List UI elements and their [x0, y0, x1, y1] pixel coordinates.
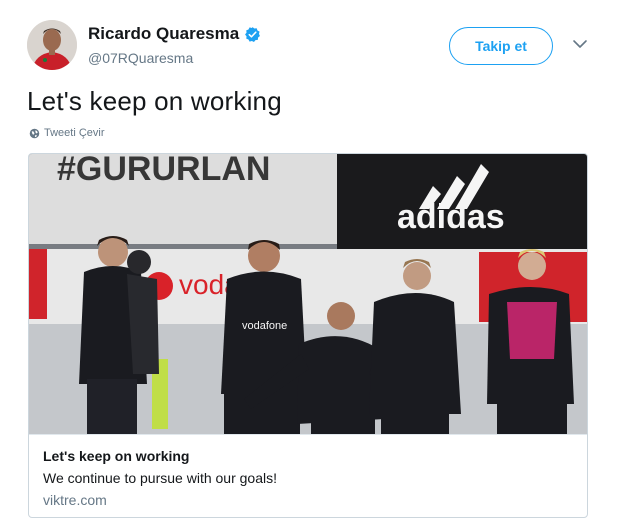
avatar-photo: [27, 20, 77, 70]
card-image[interactable]: #GURURLAN adidas vodafone: [29, 154, 587, 434]
link-card[interactable]: #GURURLAN adidas vodafone Let's keep on …: [28, 153, 588, 518]
avatar[interactable]: [27, 20, 77, 70]
card-body[interactable]: Let's keep on working We continue to pur…: [29, 434, 587, 517]
card-description: We continue to pursue with our goals!: [43, 470, 277, 486]
globe-icon: [29, 128, 40, 138]
follow-button[interactable]: Takip et: [449, 27, 553, 65]
card-title[interactable]: Let's keep on working: [43, 448, 573, 464]
tweet-text: Let's keep on working: [27, 86, 282, 116]
name-row: Ricardo Quaresma: [88, 24, 261, 44]
card-domain[interactable]: viktre.com: [43, 492, 573, 508]
translate-label[interactable]: Tweeti Çevir: [44, 127, 105, 139]
tweet-header: Ricardo Quaresma @07RQuaresma Takip et: [27, 20, 597, 74]
display-name[interactable]: Ricardo Quaresma: [88, 24, 239, 44]
translate-tweet-link[interactable]: Tweeti Çevir: [29, 127, 105, 139]
verified-badge-icon: [244, 26, 261, 43]
user-handle[interactable]: @07RQuaresma: [88, 50, 193, 66]
chevron-down-icon[interactable]: [571, 35, 589, 53]
training-photo: #GURURLAN adidas vodafone: [29, 154, 587, 434]
